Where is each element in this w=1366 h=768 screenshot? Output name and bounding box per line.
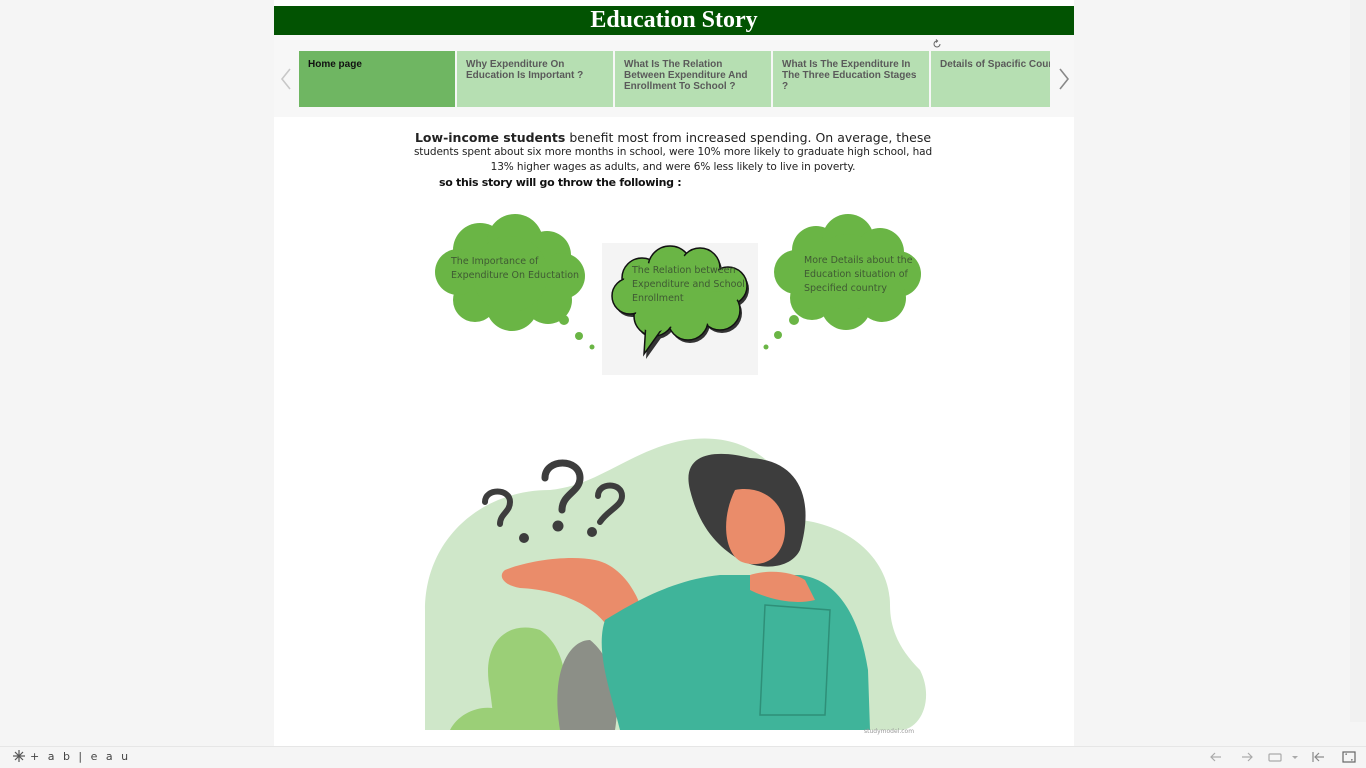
tableau-logo[interactable]: + a b | e a u [12, 749, 131, 763]
chevron-right-icon[interactable] [1054, 66, 1074, 92]
thinking-woman-illustration [425, 438, 927, 730]
intro-text: Low-income students benefit most from in… [400, 130, 946, 175]
scrollbar[interactable] [1350, 0, 1366, 722]
intro-line-2: students spent about six more months in … [413, 146, 933, 158]
cloud-middle-text: The Relation between Expenditure and Sch… [632, 265, 745, 304]
story-title: Education Story [274, 6, 1074, 35]
cloud-left-text: The Importance of Expenditure On Eductat… [451, 256, 580, 281]
story-point-relation-enrollment[interactable]: What Is The Relation Between Expenditure… [615, 51, 771, 107]
refresh-icon[interactable] [932, 39, 942, 49]
intro-bold-lead: Low-income students [414, 130, 566, 145]
intro-line-1: Low-income students benefit most from in… [400, 130, 946, 145]
illustration-credit: studymodel.com [864, 728, 915, 735]
story-point-country-details[interactable]: Details of Spacific Count [931, 51, 1050, 107]
redo-icon[interactable] [1240, 750, 1254, 764]
fullscreen-icon[interactable] [1342, 750, 1356, 764]
intro-follow: so this story will go throw the followin… [439, 176, 682, 189]
cloud-right-text: More Details about the Education situati… [804, 255, 913, 294]
intro-line-1-rest: benefit most from increased spending. On… [565, 130, 932, 145]
reset-icon[interactable] [1311, 750, 1325, 764]
story-point-home-page[interactable]: Home page [299, 51, 455, 107]
story-points: Home page Why Expenditure On Education I… [299, 51, 1050, 107]
story-point-why-expenditure[interactable]: Why Expenditure On Education Is Importan… [457, 51, 613, 107]
revert-icon[interactable] [1268, 750, 1282, 764]
intro-line-3: 13% higher wages as adults, and were 6% … [490, 161, 856, 173]
chevron-down-icon[interactable] [1290, 750, 1300, 764]
chevron-left-icon[interactable] [276, 66, 296, 92]
undo-icon[interactable] [1209, 750, 1223, 764]
story-point-three-stages[interactable]: What Is The Expenditure In The Three Edu… [773, 51, 929, 107]
tableau-mark-icon [13, 750, 25, 762]
tableau-wordmark: + a b | e a u [30, 749, 131, 763]
toolbar-bottom [0, 746, 1366, 768]
